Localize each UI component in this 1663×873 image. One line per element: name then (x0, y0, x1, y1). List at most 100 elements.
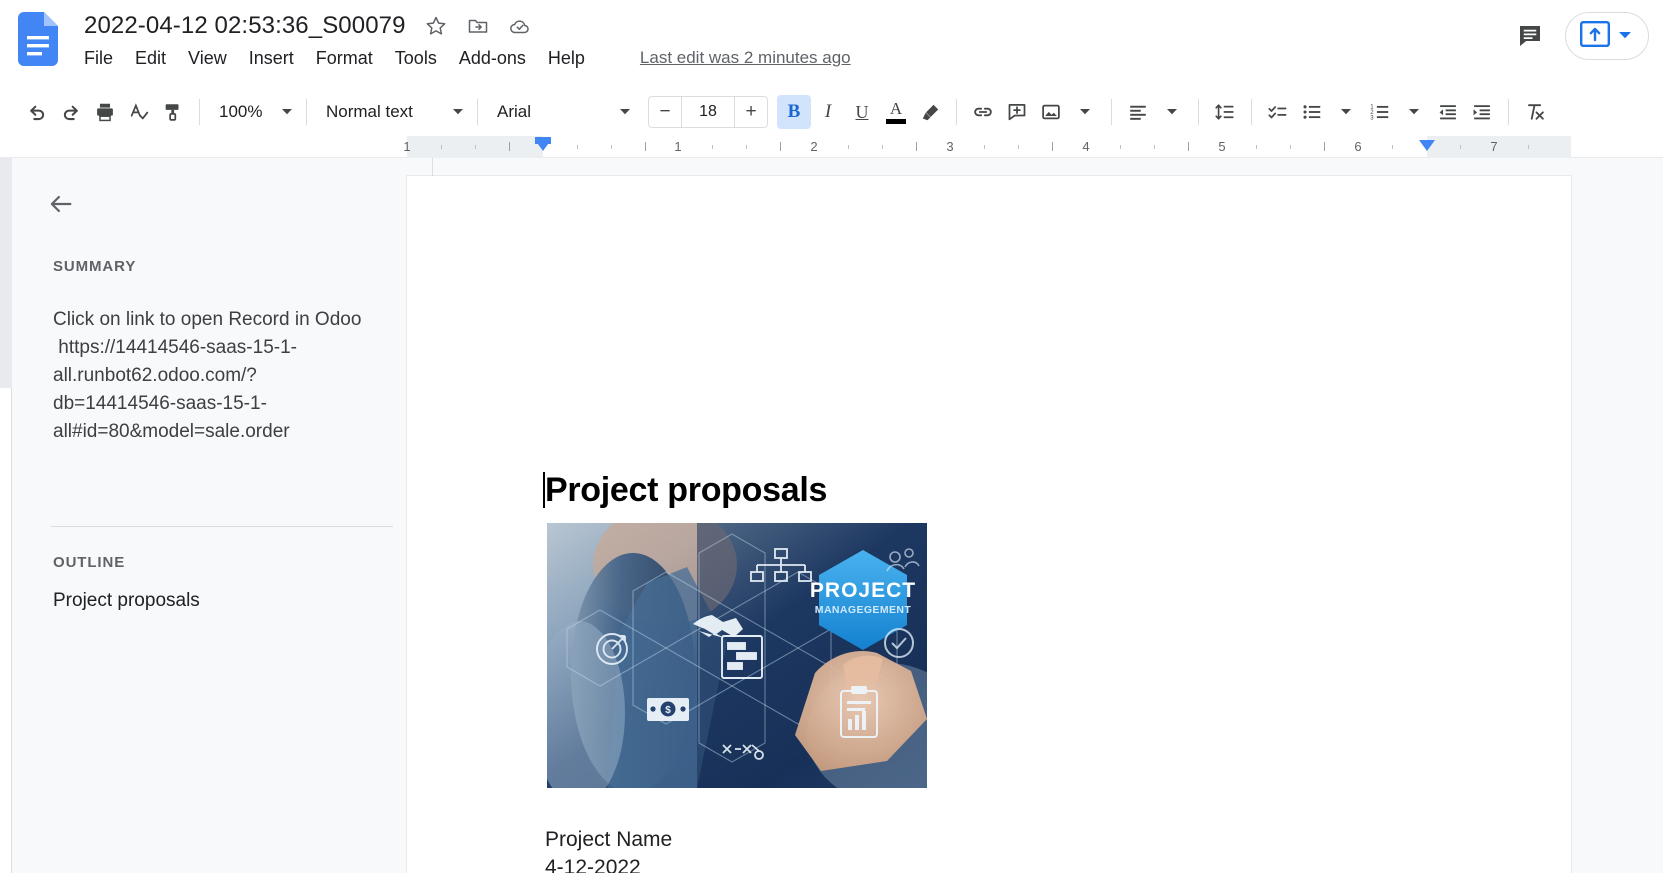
share-upload-icon (1580, 21, 1610, 52)
line-spacing-icon[interactable] (1208, 95, 1242, 129)
toolbar-divider (477, 99, 478, 125)
menu-item-help[interactable]: Help (537, 48, 596, 69)
text-color-swatch (886, 119, 906, 124)
bulleted-list-dropdown[interactable] (1329, 95, 1363, 129)
ruler-number: 3 (946, 139, 953, 154)
summary-text[interactable]: Click on link to open Record in Odoo htt… (53, 306, 373, 446)
font-size-stepper: − 18 + (648, 96, 768, 128)
menu-item-edit[interactable]: Edit (124, 48, 177, 69)
project-management-hexagon-image[interactable]: PROJECT MANAGEGEMENT (547, 523, 927, 788)
document-body-text[interactable]: Project Name 4-12-2022 (545, 826, 672, 873)
paragraph-style-value: Normal text (326, 102, 444, 122)
svg-text:$: $ (665, 705, 671, 716)
decrease-indent-icon[interactable] (1431, 95, 1465, 129)
spellcheck-icon[interactable] (122, 95, 156, 129)
editor-body: SUMMARY Click on link to open Record in … (0, 158, 1663, 873)
image-content: PROJECT MANAGEGEMENT (547, 523, 927, 788)
scroll-thumb[interactable] (0, 158, 12, 388)
last-edit-status[interactable]: Last edit was 2 minutes ago (640, 48, 851, 68)
star-icon[interactable] (424, 14, 448, 38)
toolbar-divider (956, 99, 957, 125)
ruler-number: 7 (1490, 139, 1497, 154)
menu-item-view[interactable]: View (177, 48, 238, 69)
ruler-number: 1 (403, 139, 410, 154)
bulleted-list-icon[interactable] (1295, 95, 1329, 129)
insert-link-icon[interactable] (966, 95, 1000, 129)
ruler-number: 4 (1082, 139, 1089, 154)
ruler-number: 1 (674, 139, 681, 154)
ruler-right-margin (1427, 136, 1571, 158)
google-docs-logo-icon[interactable] (18, 12, 58, 66)
first-line-indent-marker[interactable] (535, 140, 551, 151)
chevron-down-icon (452, 103, 464, 121)
cloud-saved-icon[interactable] (508, 14, 532, 38)
increase-indent-icon[interactable] (1465, 95, 1499, 129)
svg-text:3: 3 (1370, 116, 1374, 122)
undo-icon[interactable] (20, 95, 54, 129)
print-icon[interactable] (88, 95, 122, 129)
toolbar-divider (1198, 99, 1199, 125)
add-comment-icon[interactable] (1000, 95, 1034, 129)
font-size-input[interactable]: 18 (681, 97, 735, 127)
outline-item-project-proposals[interactable]: Project proposals (53, 590, 200, 612)
bold-button[interactable]: B (777, 95, 811, 129)
left-edge-scroll-strip[interactable] (0, 158, 12, 873)
menu-item-file[interactable]: File (84, 48, 124, 69)
text-color-button[interactable]: A (879, 95, 913, 129)
ruler-number: 6 (1354, 139, 1361, 154)
increase-font-size-button[interactable]: + (735, 97, 767, 127)
toolbar-divider (1111, 99, 1112, 125)
back-arrow-icon[interactable] (41, 184, 81, 224)
text-color-label: A (890, 100, 902, 117)
italic-button[interactable]: I (811, 95, 845, 129)
menu-item-insert[interactable]: Insert (238, 48, 305, 69)
menu-item-format[interactable]: Format (305, 48, 384, 69)
paragraph-style-select[interactable]: Normal text (316, 95, 468, 129)
zoom-select[interactable]: 100% (209, 95, 297, 129)
align-left-icon[interactable] (1121, 95, 1155, 129)
pane-divider (51, 526, 393, 527)
italic-label: I (825, 101, 831, 123)
document-title-row: 2022-04-12 02:53:36_S00079 (84, 8, 532, 44)
document-outline-pane: SUMMARY Click on link to open Record in … (13, 158, 433, 873)
right-indent-marker[interactable] (1419, 140, 1435, 151)
numbered-list-icon[interactable]: 123 (1363, 95, 1397, 129)
ruler-number: 2 (810, 139, 817, 154)
checklist-icon[interactable] (1261, 95, 1295, 129)
insert-image-icon[interactable] (1034, 95, 1068, 129)
highlight-icon[interactable] (913, 95, 947, 129)
move-to-folder-icon[interactable] (466, 14, 490, 38)
toolbar-divider (199, 99, 200, 125)
share-button[interactable] (1565, 12, 1649, 60)
underline-label: U (856, 102, 869, 123)
clear-formatting-icon[interactable] (1518, 95, 1552, 129)
image-text-sub: MANAGEGEMENT (815, 604, 912, 616)
chevron-down-icon (281, 103, 293, 121)
header-actions (1513, 8, 1649, 64)
ruler-track: 1 1 2 3 4 5 6 7 (0, 136, 1663, 158)
underline-button[interactable]: U (845, 95, 879, 129)
paint-format-icon[interactable] (156, 95, 190, 129)
app-header: 2022-04-12 02:53:36_S00079 File Edit Vie… (0, 0, 1663, 88)
document-title[interactable]: 2022-04-12 02:53:36_S00079 (84, 12, 406, 40)
zoom-value: 100% (219, 102, 273, 122)
comment-history-icon[interactable] (1513, 19, 1547, 53)
chevron-down-icon (619, 103, 631, 121)
summary-section-label: SUMMARY (53, 258, 136, 275)
chevron-down-icon (1618, 27, 1632, 45)
horizontal-ruler[interactable]: 1 1 2 3 4 5 6 7 (0, 136, 1663, 158)
menu-item-addons[interactable]: Add-ons (448, 48, 537, 69)
menu-item-tools[interactable]: Tools (384, 48, 448, 69)
font-family-select[interactable]: Arial (487, 95, 635, 129)
image-text-main: PROJECT (810, 579, 916, 602)
document-page[interactable]: Project proposals (407, 176, 1571, 873)
align-dropdown[interactable] (1155, 95, 1189, 129)
redo-icon[interactable] (54, 95, 88, 129)
numbered-list-dropdown[interactable] (1397, 95, 1431, 129)
insert-image-dropdown[interactable] (1068, 95, 1102, 129)
toolbar-divider (306, 99, 307, 125)
decrease-font-size-button[interactable]: − (649, 97, 681, 127)
google-docs-window: 2022-04-12 02:53:36_S00079 File Edit Vie… (0, 0, 1663, 873)
font-family-value: Arial (497, 102, 611, 122)
document-heading[interactable]: Project proposals (545, 471, 827, 510)
